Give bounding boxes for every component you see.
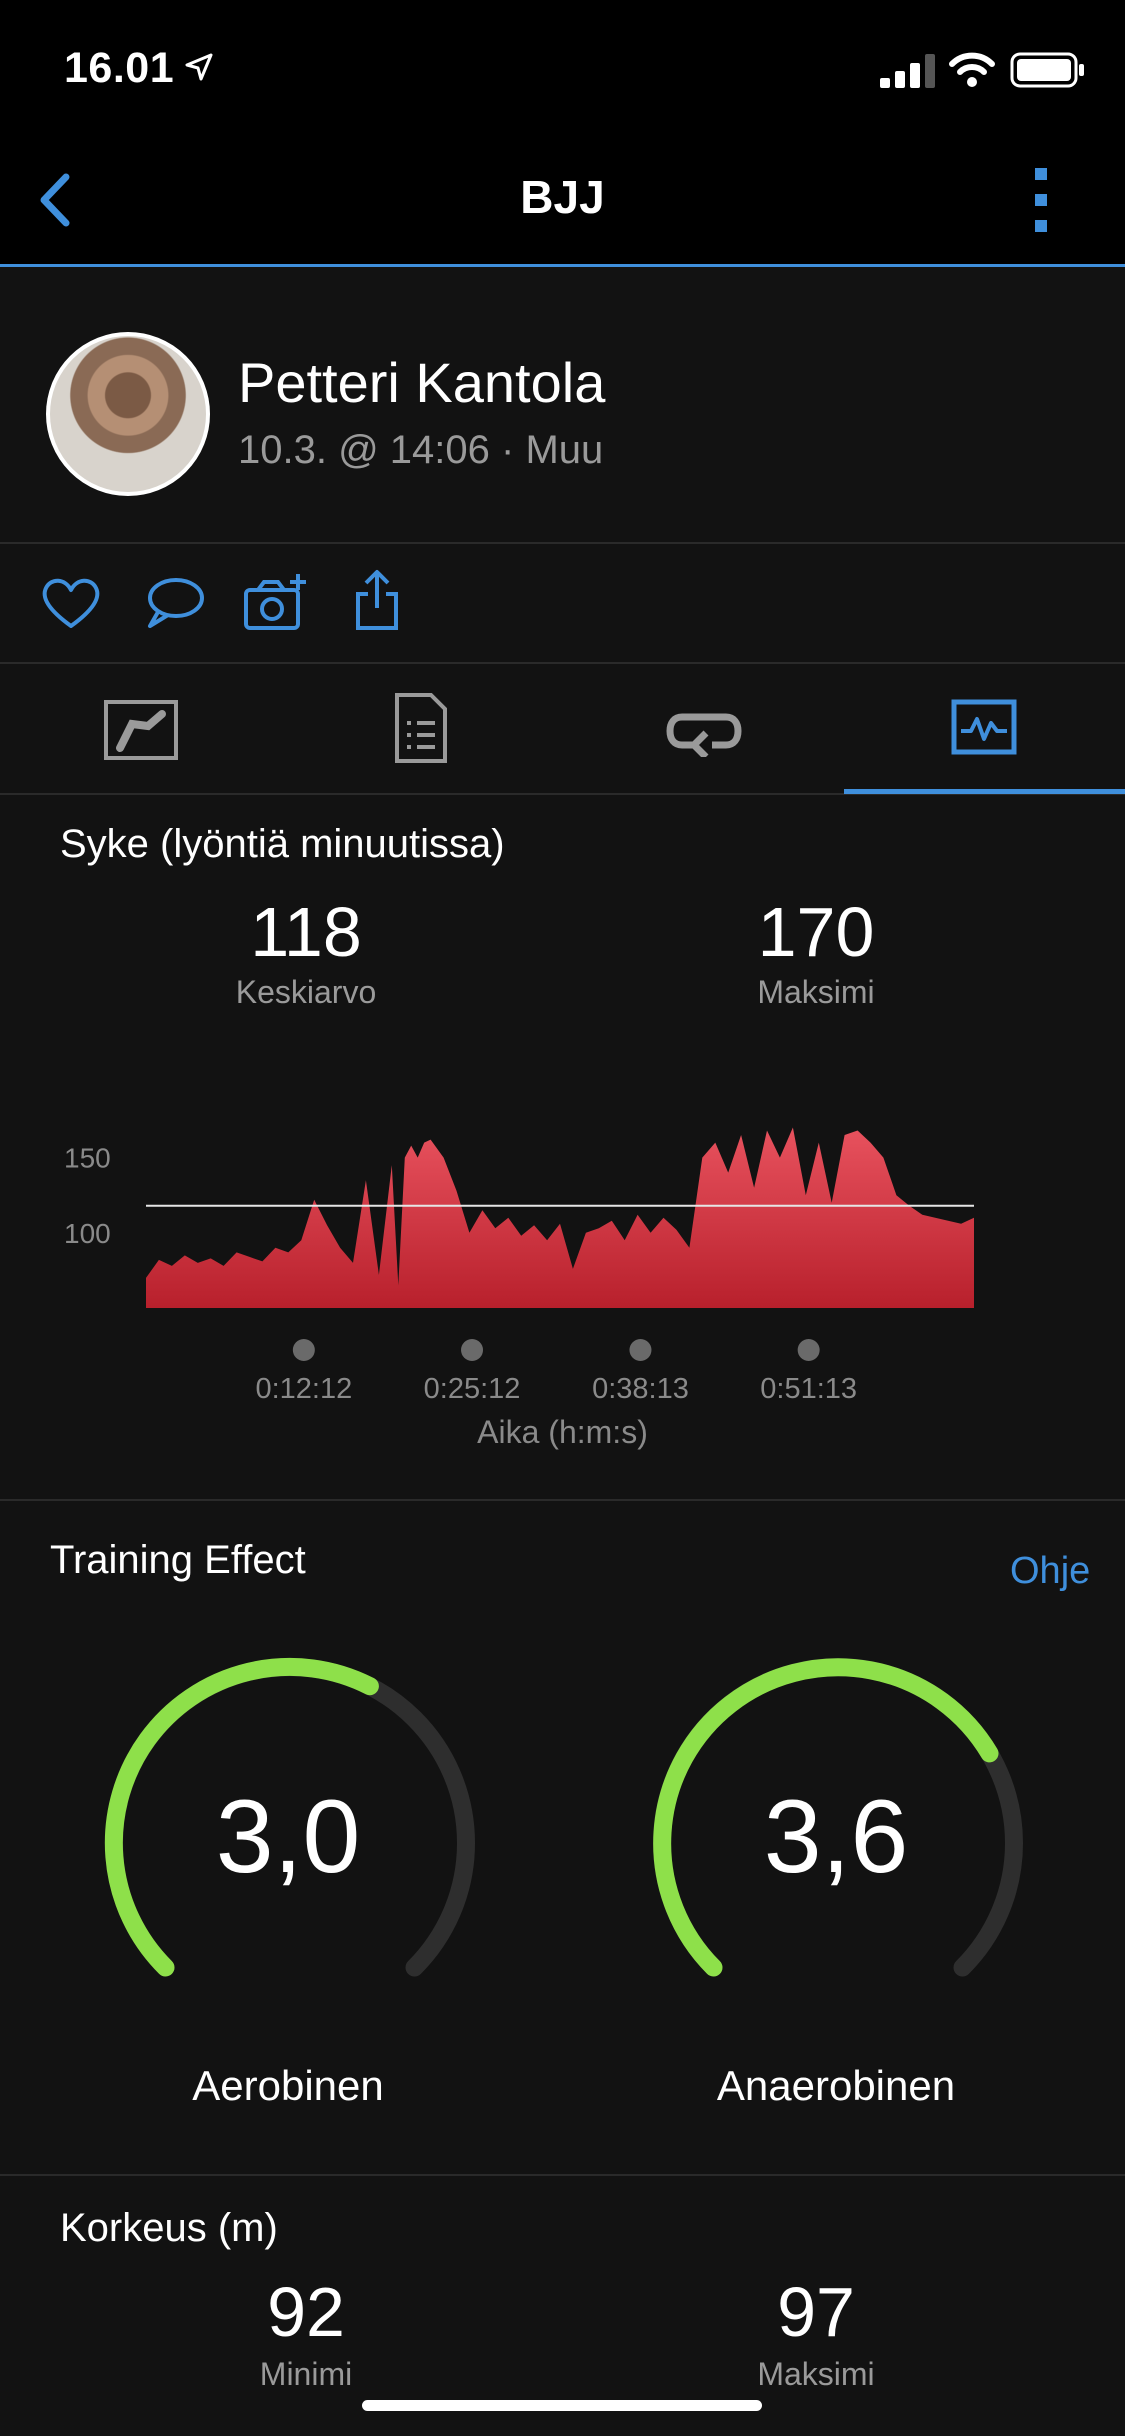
details-icon bbox=[395, 693, 447, 763]
aerobic-value: 3,0 bbox=[215, 1779, 361, 1895]
heart-rate-area-series bbox=[146, 1127, 974, 1308]
more-options-icon[interactable] bbox=[1018, 160, 1064, 240]
x-tick-dot bbox=[629, 1339, 652, 1361]
page-title: BJJ bbox=[520, 171, 605, 223]
location-arrow-icon bbox=[185, 53, 213, 81]
y-tick-label: 150 bbox=[64, 1143, 111, 1174]
tab-map[interactable] bbox=[0, 665, 281, 795]
x-tick-dot bbox=[292, 1339, 315, 1361]
charts-icon bbox=[951, 699, 1017, 755]
elevation-max-label: Maksimi bbox=[757, 2356, 875, 2392]
elevation-title: Korkeus (m) bbox=[60, 2206, 278, 2250]
divider bbox=[0, 542, 1125, 544]
battery-icon bbox=[1010, 52, 1084, 88]
heart-icon[interactable] bbox=[36, 568, 106, 638]
y-tick-label: 100 bbox=[64, 1218, 111, 1249]
elevation-max-value: 97 bbox=[777, 2273, 855, 2351]
x-axis-title: Aika (h:m:s) bbox=[477, 1414, 648, 1450]
max-hr-label: Maksimi bbox=[757, 974, 875, 1010]
divider bbox=[0, 662, 1125, 664]
x-tick-label: 0:12:12 bbox=[255, 1373, 352, 1400]
tab-details[interactable] bbox=[281, 665, 562, 795]
activity-meta: 10.3. @ 14:06 · Muu bbox=[238, 428, 604, 472]
x-tick-label: 0:25:12 bbox=[424, 1373, 521, 1400]
elevation-min-label: Minimi bbox=[259, 2356, 353, 2392]
tab-laps[interactable] bbox=[562, 665, 843, 795]
avatar[interactable] bbox=[46, 332, 210, 496]
help-link[interactable]: Ohje bbox=[1010, 1550, 1090, 1593]
map-icon bbox=[104, 700, 178, 760]
user-name[interactable]: Petteri Kantola bbox=[238, 350, 605, 415]
heart-rate-title: Syke (lyöntiä minuutissa) bbox=[60, 822, 505, 866]
anaerobic-label: Anaerobinen bbox=[716, 2062, 956, 2109]
avg-hr-label: Keskiarvo bbox=[235, 974, 377, 1010]
divider bbox=[0, 2174, 1125, 2176]
x-tick-dot bbox=[461, 1339, 484, 1361]
x-tick-label: 0:51:13 bbox=[760, 1373, 857, 1400]
cellular-signal-icon bbox=[880, 54, 935, 88]
add-photo-icon[interactable] bbox=[240, 568, 310, 638]
max-hr-value: 170 bbox=[757, 893, 875, 971]
tab-charts[interactable] bbox=[843, 665, 1124, 795]
elevation-min-value: 92 bbox=[267, 2273, 345, 2351]
aerobic-label: Aerobinen bbox=[192, 2062, 384, 2109]
comment-icon[interactable] bbox=[138, 568, 208, 638]
x-tick-dot bbox=[797, 1339, 820, 1361]
training-effect-title: Training Effect bbox=[50, 1538, 306, 1582]
divider bbox=[0, 1499, 1125, 1501]
x-tick-label: 0:38:13 bbox=[592, 1373, 689, 1400]
status-time: 16.01 bbox=[64, 44, 175, 92]
home-indicator[interactable] bbox=[362, 2400, 762, 2411]
active-tab-indicator bbox=[844, 789, 1125, 794]
wifi-icon bbox=[949, 52, 995, 87]
anaerobic-value: 3,6 bbox=[763, 1779, 909, 1895]
avg-hr-value: 118 bbox=[250, 893, 362, 971]
heart-rate-chart[interactable]: 150 100 0:12:12 0:25:12 0:38:13 0:51:13 bbox=[0, 1060, 1125, 1400]
laps-icon bbox=[666, 713, 742, 757]
share-icon[interactable] bbox=[342, 566, 412, 636]
